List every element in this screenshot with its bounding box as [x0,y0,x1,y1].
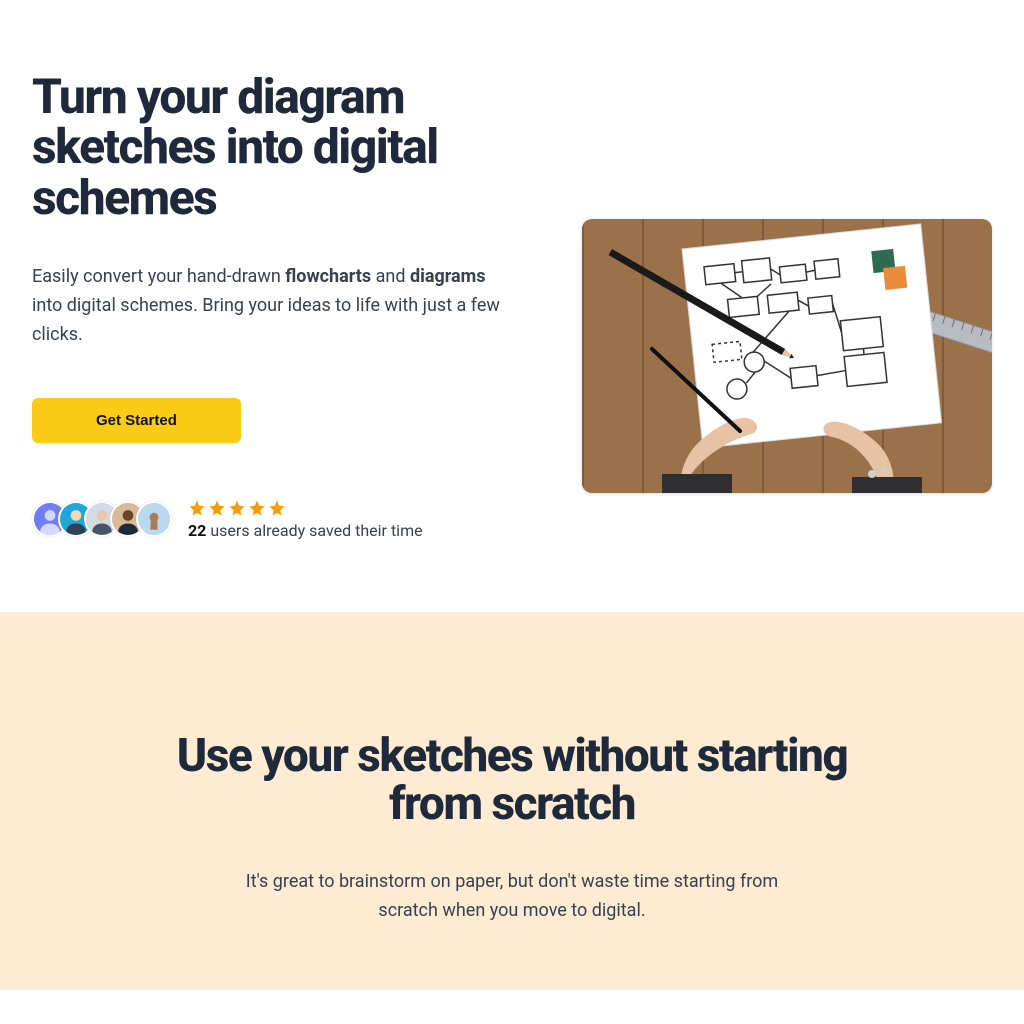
hero-sub-bold: flowcharts [285,266,371,287]
hero-sub-text: Easily convert your hand-drawn [32,266,285,287]
star-icon [268,499,286,517]
star-rating [188,499,423,517]
social-proof: 22 users already saved their time [32,499,534,540]
section-title: Use your sketches without starting from … [152,732,872,829]
section-subtitle: It's great to brainstorm on paper, but d… [222,868,802,926]
rating-block: 22 users already saved their time [188,499,423,540]
hero-section: Turn your diagram sketches into digital … [0,0,1024,612]
hero-sub-bold: diagrams [410,266,486,287]
avatar [136,501,172,537]
star-icon [188,499,206,517]
hero-image-wrap [582,72,992,540]
star-icon [228,499,246,517]
star-icon [248,499,266,517]
hero-title: Turn your diagram sketches into digital … [32,72,534,223]
hero-image [582,219,992,493]
features-section: Use your sketches without starting from … [0,612,1024,990]
users-suffix: users already saved their time [206,521,422,540]
hero-subtitle: Easily convert your hand-drawn flowchart… [32,263,502,349]
users-count: 22 [188,521,206,540]
hero-sub-text: and [371,266,410,287]
hero-sub-text: into digital schemes. Bring your ideas t… [32,295,500,345]
avatar-stack [32,501,172,537]
hero-content: Turn your diagram sketches into digital … [32,72,534,540]
get-started-button[interactable]: Get Started [32,398,241,443]
users-count-line: 22 users already saved their time [188,521,423,540]
star-icon [208,499,226,517]
